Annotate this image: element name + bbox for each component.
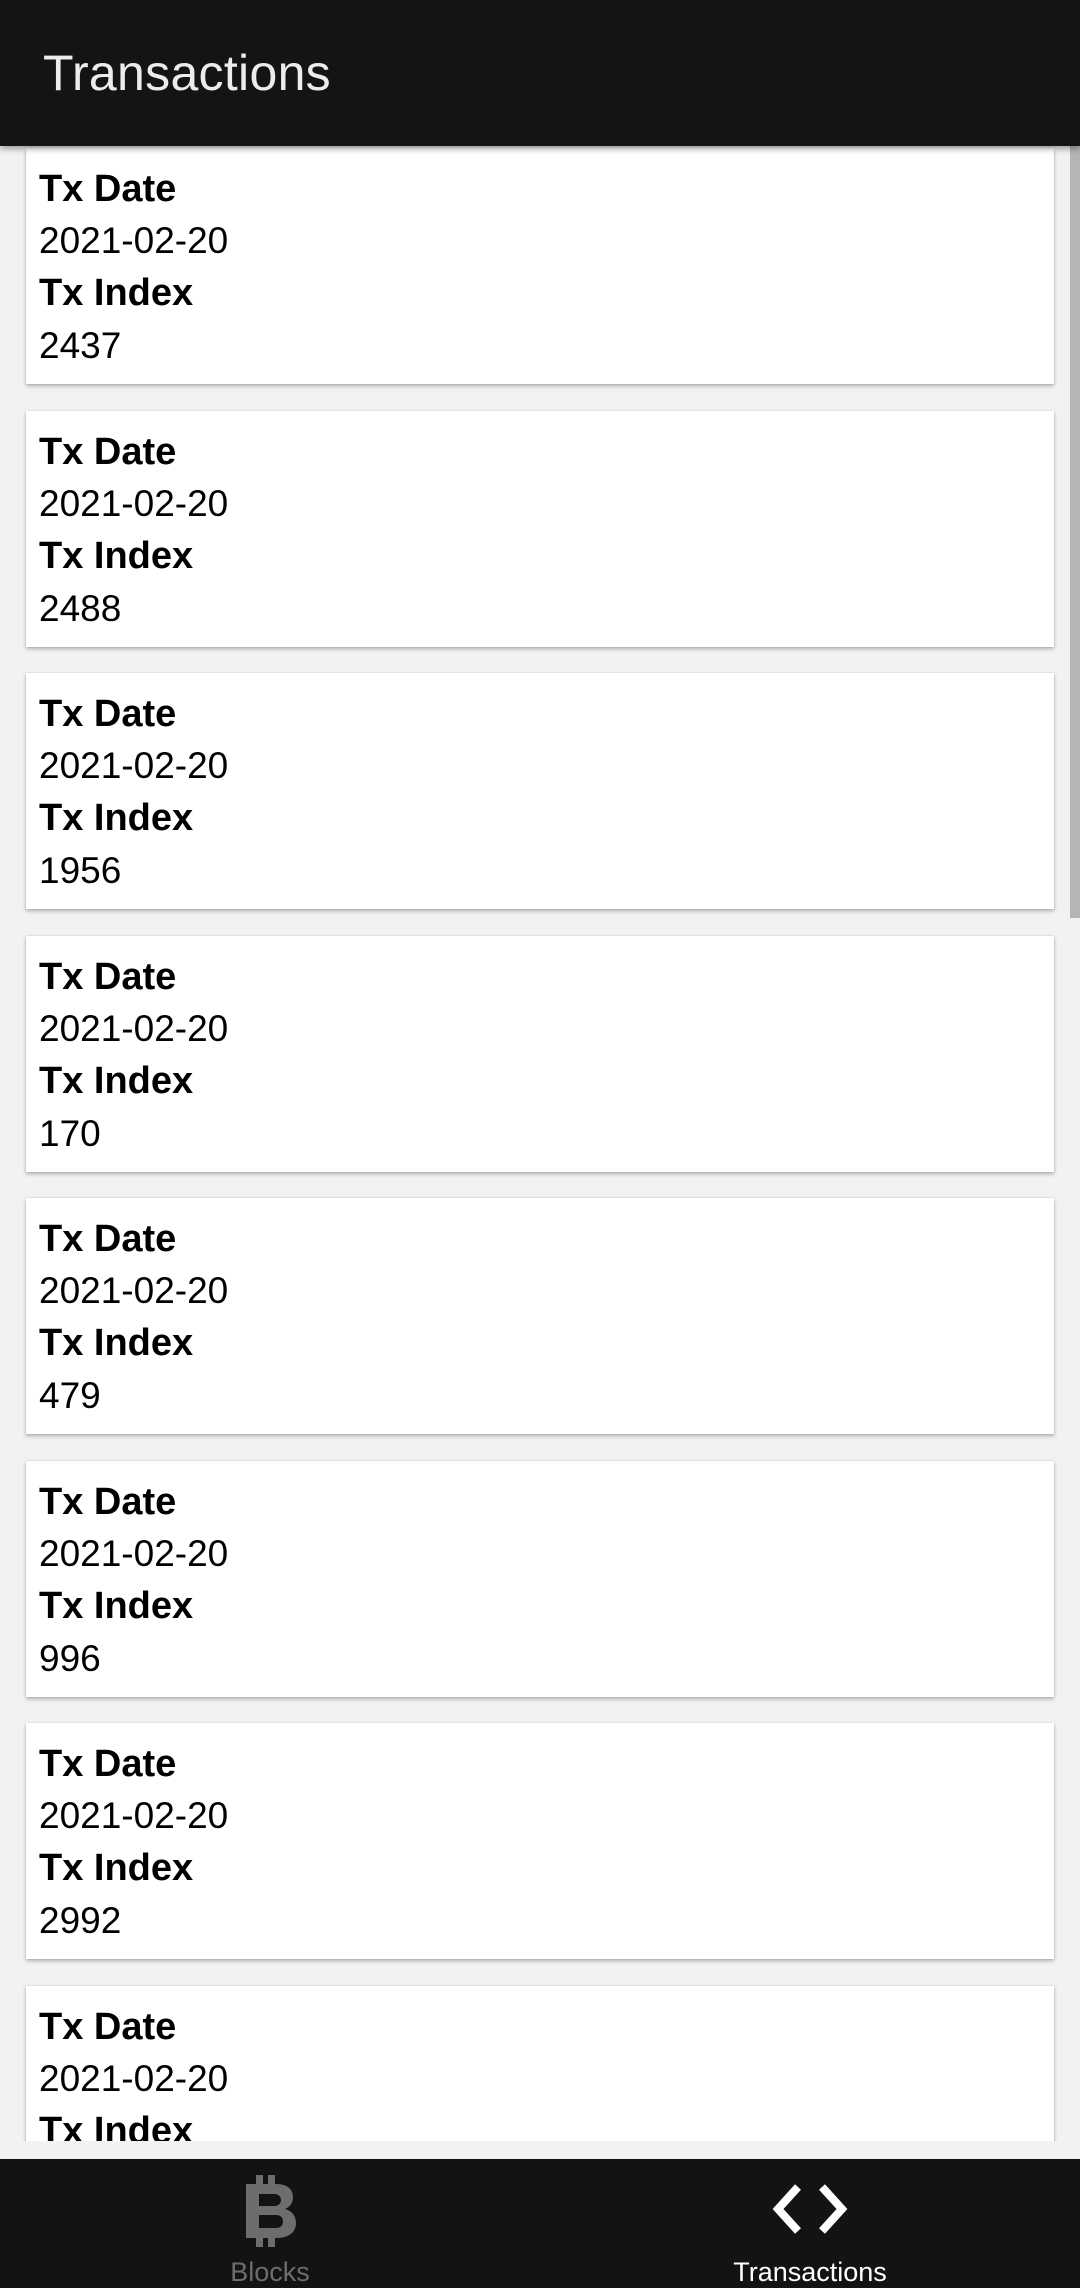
tx-date-value: 2021-02-20 bbox=[39, 220, 229, 261]
tx-index-value: 1956 bbox=[39, 850, 122, 891]
transaction-card[interactable]: Tx Date 2021-02-20 Tx Index 2488 bbox=[26, 411, 1054, 647]
tx-date-value: 2021-02-20 bbox=[39, 483, 229, 524]
page-title: Transactions bbox=[43, 45, 331, 101]
tx-date-value: 2021-02-20 bbox=[39, 1533, 229, 1574]
tx-index-value: 2488 bbox=[39, 588, 122, 629]
tx-date-label: Tx Date bbox=[39, 1218, 177, 1260]
tx-index-label: Tx Index bbox=[39, 1847, 194, 1889]
tx-index-label: Tx Index bbox=[39, 2110, 194, 2141]
code-brackets-icon bbox=[771, 2183, 849, 2240]
tx-index-label: Tx Index bbox=[39, 1060, 194, 1102]
tx-date-value: 2021-02-20 bbox=[39, 1795, 229, 1836]
tx-index-value: 479 bbox=[39, 1375, 101, 1416]
tx-index-label: Tx Index bbox=[39, 1585, 194, 1627]
transaction-card[interactable]: Tx Date 2021-02-20 Tx Index 2437 bbox=[26, 148, 1054, 384]
tx-date-label: Tx Date bbox=[39, 1481, 177, 1523]
tx-index-value: 2992 bbox=[39, 1900, 122, 1941]
tx-date-label: Tx Date bbox=[39, 431, 177, 473]
nav-item-blocks[interactable]: Blocks bbox=[0, 2159, 540, 2288]
tx-index-label: Tx Index bbox=[39, 535, 194, 577]
tx-date-value: 2021-02-20 bbox=[39, 1008, 229, 1049]
tx-date-label: Tx Date bbox=[39, 956, 177, 998]
transaction-list[interactable]: Tx Date 2021-02-20 Tx Index 2437 Tx Date… bbox=[0, 146, 1080, 2141]
tx-date-value: 2021-02-20 bbox=[39, 745, 229, 786]
transaction-card[interactable]: Tx Date 2021-02-20 Tx Index 996 bbox=[26, 1461, 1054, 1697]
tx-index-value: 2437 bbox=[39, 325, 122, 366]
transaction-card[interactable]: Tx Date 2021-02-20 Tx Index 479 bbox=[26, 1198, 1054, 1434]
nav-label-blocks: Blocks bbox=[230, 2257, 310, 2287]
tx-index-label: Tx Index bbox=[39, 797, 194, 839]
tx-date-label: Tx Date bbox=[39, 2006, 177, 2048]
transaction-card[interactable]: Tx Date 2021-02-20 Tx Index 170 bbox=[26, 936, 1054, 1172]
bitcoin-icon bbox=[242, 2175, 298, 2252]
tx-index-value: 996 bbox=[39, 1638, 101, 1679]
scrollbar[interactable] bbox=[1070, 146, 1080, 918]
tx-date-label: Tx Date bbox=[39, 168, 177, 210]
bottom-navigation: Blocks Transactions bbox=[0, 2159, 1080, 2288]
tx-date-value: 2021-02-20 bbox=[39, 1270, 229, 1311]
tx-date-label: Tx Date bbox=[39, 693, 177, 735]
transaction-card[interactable]: Tx Date 2021-02-20 Tx Index 2992 bbox=[26, 1723, 1054, 1959]
nav-label-transactions: Transactions bbox=[733, 2257, 887, 2287]
nav-item-transactions[interactable]: Transactions bbox=[540, 2159, 1080, 2288]
tx-date-label: Tx Date bbox=[39, 1743, 177, 1785]
transaction-card[interactable]: Tx Date 2021-02-20 Tx Index bbox=[26, 1986, 1054, 2141]
tx-index-value: 170 bbox=[39, 1113, 101, 1154]
tx-date-value: 2021-02-20 bbox=[39, 2058, 229, 2099]
tx-index-label: Tx Index bbox=[39, 272, 194, 314]
transaction-card[interactable]: Tx Date 2021-02-20 Tx Index 1956 bbox=[26, 673, 1054, 909]
tx-index-label: Tx Index bbox=[39, 1322, 194, 1364]
app-bar: Transactions bbox=[0, 0, 1080, 146]
